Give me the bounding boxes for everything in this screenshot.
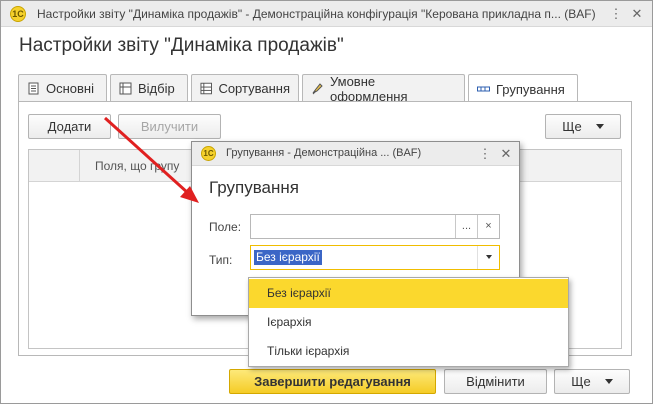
tab-label: Відбір <box>138 81 175 96</box>
type-label: Тип: <box>209 253 233 267</box>
tab-grouping[interactable]: Групування <box>468 74 578 103</box>
app-logo-icon: 1C <box>10 6 26 22</box>
chevron-down-icon <box>595 124 604 129</box>
close-icon[interactable]: ✕ <box>628 5 646 23</box>
footer-more-label: Ще <box>571 374 591 389</box>
tab-label: Групування <box>496 81 565 97</box>
form-title: Настройки звіту "Динаміка продажів" <box>19 35 344 56</box>
dropdown-option-hierarchy[interactable]: Ієрархія <box>249 308 568 337</box>
type-select[interactable]: Без ієрархії <box>250 245 500 270</box>
add-button[interactable]: Додати <box>28 114 111 139</box>
dialog-titlebar: 1C Групування - Демонстраційна ... (BAF)… <box>192 142 519 166</box>
more-label: Ще <box>562 119 582 134</box>
clear-icon[interactable]: × <box>477 215 499 238</box>
column-header-fields: Поля, що групу <box>95 159 180 173</box>
filter-icon <box>119 82 132 95</box>
finish-editing-button[interactable]: Завершити редагування <box>229 369 436 394</box>
menu-icon[interactable]: ⋮ <box>476 145 494 163</box>
window-title: Настройки звіту "Динаміка продажів" - Де… <box>37 7 596 21</box>
grouping-icon <box>477 86 490 91</box>
column-separator <box>79 150 80 181</box>
sort-icon <box>200 82 212 95</box>
tab-main[interactable]: Основні <box>18 74 107 102</box>
app-logo-icon: 1C <box>201 146 216 161</box>
tab-sort[interactable]: Сортування <box>191 74 299 102</box>
dropdown-option-no-hierarchy[interactable]: Без ієрархії <box>249 279 568 308</box>
dialog-title: Групування - Демонстраційна ... (BAF) <box>226 147 422 159</box>
dropdown-option-hierarchy-only[interactable]: Тільки ієрархія <box>249 337 568 366</box>
cancel-button[interactable]: Відмінити <box>444 369 547 394</box>
select-button[interactable]: ... <box>455 215 477 238</box>
menu-icon[interactable]: ⋮ <box>607 5 625 23</box>
tab-label: Сортування <box>218 81 290 96</box>
close-icon[interactable]: ✕ <box>497 145 515 163</box>
type-value: Без ієрархії <box>254 250 322 265</box>
document-icon <box>28 82 39 95</box>
window-titlebar: 1C Настройки звіту "Динаміка продажів" -… <box>1 1 652 27</box>
dialog-heading: Групування <box>209 178 299 197</box>
chevron-down-icon <box>604 379 613 384</box>
tab-conditional-format[interactable]: Умовне оформлення <box>302 73 465 104</box>
dropdown-button[interactable] <box>477 246 499 269</box>
more-button[interactable]: Ще <box>545 114 621 139</box>
tab-label: Умовне оформлення <box>329 73 408 104</box>
exclude-button[interactable]: Вилучити <box>118 114 221 139</box>
field-label: Поле: <box>209 220 242 234</box>
paint-icon <box>312 83 323 95</box>
chevron-down-icon <box>485 255 492 260</box>
tab-label: Основні <box>46 81 94 96</box>
footer-more-button[interactable]: Ще <box>554 369 630 394</box>
type-dropdown-list: Без ієрархії Ієрархія Тільки ієрархія <box>248 277 569 367</box>
field-input[interactable]: ... × <box>250 214 500 239</box>
tab-filter[interactable]: Відбір <box>110 74 188 102</box>
